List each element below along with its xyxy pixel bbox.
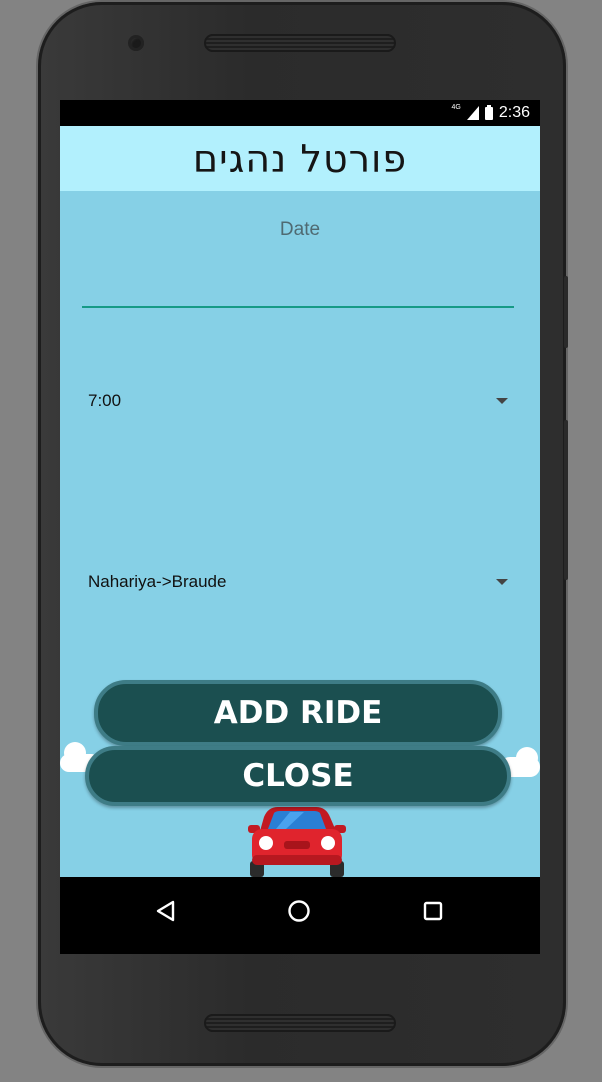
route-spinner[interactable]: Nahariya->Braude — [82, 567, 514, 597]
date-field-underline — [82, 306, 514, 308]
ride-form: Date 7:00 Nahariya->Braude ADD RIDE CLOS… — [60, 191, 540, 877]
add-ride-button[interactable]: ADD RIDE — [94, 680, 502, 746]
battery-icon — [484, 104, 493, 120]
page-title: פורטל נהגים — [192, 136, 408, 181]
dropdown-arrow-icon — [496, 398, 508, 404]
dropdown-arrow-icon — [496, 579, 508, 585]
status-bar: 4G 2:36 — [60, 100, 540, 126]
car-illustration — [248, 807, 346, 877]
close-button[interactable]: CLOSE — [85, 746, 511, 806]
recents-icon[interactable] — [422, 899, 444, 923]
volume-button — [564, 420, 568, 580]
time-spinner[interactable]: 7:00 — [82, 386, 514, 416]
power-button — [564, 276, 568, 348]
network-type: 4G — [451, 103, 461, 111]
date-field[interactable] — [82, 251, 514, 309]
clock: 2:36 — [498, 104, 530, 121]
app-bar: פורטל נהגים — [60, 126, 540, 191]
back-icon[interactable] — [154, 899, 176, 923]
signal-icon — [466, 106, 479, 120]
bottom-speaker — [204, 1014, 396, 1032]
earpiece-speaker — [204, 34, 396, 52]
front-camera — [128, 35, 144, 51]
navigation-bar — [60, 877, 540, 954]
home-icon[interactable] — [287, 899, 311, 923]
screen: 4G 2:36 פורטל נהגים Date 7:00 Nahariya->… — [60, 100, 540, 954]
route-spinner-value: Nahariya->Braude — [88, 572, 227, 591]
date-field-hint: Date — [279, 219, 321, 240]
time-spinner-value: 7:00 — [88, 391, 122, 410]
